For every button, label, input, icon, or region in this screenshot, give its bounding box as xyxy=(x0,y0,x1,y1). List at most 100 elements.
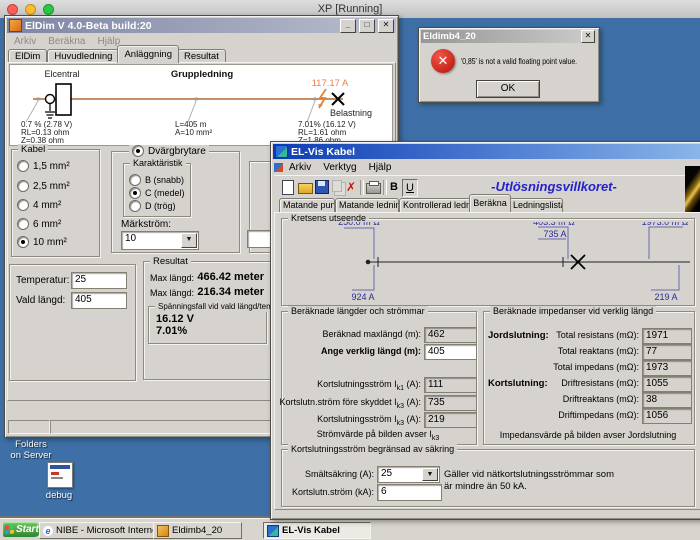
tab-matande-punkt[interactable]: Matande punkt xyxy=(279,198,335,212)
gruppledning-label: Gruppledning xyxy=(171,69,233,80)
elvis-menu-verktyg[interactable]: Verktyg xyxy=(317,162,362,173)
error-dialog-title: Eldimb4_20 xyxy=(423,31,578,42)
radio-10mm2[interactable]: 10 mm² xyxy=(17,236,67,248)
driftreaktans-field[interactable]: 38 xyxy=(642,392,692,408)
radio-c-medel[interactable]: C (medel) xyxy=(129,187,185,199)
save-icon[interactable] xyxy=(315,180,329,195)
radio-6mm2[interactable]: 6 mm² xyxy=(17,218,61,230)
ik3-field[interactable]: 219 xyxy=(424,412,477,428)
total-resistans-field[interactable]: 1971 xyxy=(642,328,692,344)
voltage-drop-percent: 7.01% xyxy=(156,325,187,337)
host-title: XP [Running] xyxy=(0,3,700,15)
radio-dot-selected xyxy=(129,187,141,199)
radio-dot xyxy=(17,160,29,172)
max-langd-value-1: 466.42 meter xyxy=(165,271,264,283)
elvis-titlebar: EL-Vis Kabel xyxy=(273,144,700,159)
toolbar-separator xyxy=(360,180,364,195)
verklig-langd-label: Ange verklig längd (m): xyxy=(273,346,421,356)
tab-kontrollerad-ledning[interactable]: Kontrollerad ledning xyxy=(399,198,471,212)
driftresistans-field[interactable]: 1055 xyxy=(642,376,692,392)
ik3-fore-field[interactable]: 735 xyxy=(424,395,477,411)
eldim-circuit-canvas: Elcentral Gruppledning 117.17 A Belastni… xyxy=(9,64,393,146)
open-folder-icon[interactable] xyxy=(298,180,312,195)
elvis-mdi-icon xyxy=(274,163,283,172)
eldim-minimize-button[interactable]: _ xyxy=(340,19,356,33)
kabel-group-title: Kabel xyxy=(18,144,48,155)
eldim-title: ElDim V 4.0-Beta build:20 xyxy=(25,20,337,32)
kortslutnstrom-label: Kortslutn.ström (kA): xyxy=(273,487,374,497)
radio-b-snabb[interactable]: B (snabb) xyxy=(129,174,184,186)
fuse-note-line1: Gäller vid nätkortslutningsströmmar som xyxy=(444,469,614,480)
elvis-menu-hjalp[interactable]: Hjälp xyxy=(363,162,398,173)
ik1-label: Kortslutningsström Ik1 (A): xyxy=(273,379,421,392)
eldim-maximize-button[interactable]: □ xyxy=(359,19,375,33)
tab-matande-ledningar[interactable]: Matande ledningar xyxy=(335,198,399,212)
copy-icon[interactable] xyxy=(332,180,346,195)
task-elvis-kabel[interactable]: EL-Vis Kabel xyxy=(263,522,371,539)
task-eldimb4-20[interactable]: Eldimb4_20 xyxy=(153,522,242,539)
ok-button[interactable]: OK xyxy=(476,80,540,98)
elvis-menu-arkiv[interactable]: Arkiv xyxy=(283,162,317,173)
radio-1-5mm2[interactable]: 1,5 mm² xyxy=(17,160,70,172)
elvis-task-icon xyxy=(267,525,279,537)
elvis-logo xyxy=(685,166,700,213)
eldim-tabstrip: ElDim Huvudledning Anläggning Resultat xyxy=(8,46,226,63)
total-resistans-label: Total resistans (mΩ): xyxy=(493,330,639,340)
lengths-note: Strömvärde på bilden avser Ik3 xyxy=(281,429,475,442)
tab-berakna[interactable]: Beräkna xyxy=(469,194,511,212)
delete-icon[interactable]: ✗ xyxy=(346,180,360,195)
impedance-right: 1973.0 m Ω xyxy=(642,222,689,227)
desktop: Shared Folders on Server debug ElDim V 4… xyxy=(0,18,700,518)
total-reaktans-field[interactable]: 77 xyxy=(642,344,692,360)
start-button[interactable]: Start xyxy=(3,522,41,537)
radio-dvargbrytare[interactable]: Dvärgbrytare xyxy=(129,145,209,157)
tab-eldim[interactable]: ElDim xyxy=(8,49,47,63)
radio-d-trog[interactable]: D (trög) xyxy=(129,200,176,212)
temperatur-field[interactable]: 25 xyxy=(71,272,127,289)
maxlangd-field[interactable]: 462 xyxy=(424,327,477,343)
elvis-title: EL-Vis Kabel xyxy=(291,146,700,158)
radio-2-5mm2[interactable]: 2,5 mm² xyxy=(17,180,70,192)
impedances-note: Impedansvärde på bilden avser Jordslutni… xyxy=(483,430,693,440)
driftimpedans-field[interactable]: 1056 xyxy=(642,408,692,424)
lengths-group-title: Beräknade längder och strömmar xyxy=(288,306,428,317)
radio-dot-selected xyxy=(17,236,29,248)
radio-4mm2[interactable]: 4 mm² xyxy=(17,199,61,211)
markstrom-label: Märkström: xyxy=(121,219,171,230)
radio-dot xyxy=(129,200,141,212)
impedances-group-title: Beräknade impedanser vid verklig längd xyxy=(490,306,656,317)
eldim-close-button[interactable]: ✕ xyxy=(378,19,394,33)
task-nibe-internet-explorer[interactable]: e NIBE - Microsoft Internet... xyxy=(39,522,158,539)
error-dialog-close-button[interactable]: ✕ xyxy=(581,30,595,43)
print-icon[interactable] xyxy=(366,180,380,195)
tab-ledningslista[interactable]: Ledningslista xyxy=(509,198,563,212)
dropdown-arrow-icon[interactable]: ▼ xyxy=(422,468,438,481)
verklig-langd-field[interactable]: 405 xyxy=(424,344,477,360)
bold-button[interactable]: B xyxy=(387,179,401,195)
tab-huvudledning[interactable]: Huvudledning xyxy=(47,49,119,63)
current-mid: 735 A xyxy=(543,229,566,239)
taskbar: Start e NIBE - Microsoft Internet... Eld… xyxy=(0,518,700,540)
smaltsakring-combo[interactable]: 25 ▼ xyxy=(377,466,440,483)
kortslutnstrom-field[interactable]: 6 xyxy=(377,484,442,501)
radio-dot xyxy=(129,174,141,186)
dropdown-arrow-icon[interactable]: ▼ xyxy=(181,233,197,248)
eldim-task-icon xyxy=(157,525,169,537)
smaltsakring-label: Smältsäkring (A): xyxy=(281,469,374,479)
tab-anlaggning[interactable]: Anläggning xyxy=(117,45,179,63)
ik1-field[interactable]: 111 xyxy=(424,377,477,393)
total-reaktans-label: Total reaktans (mΩ): xyxy=(493,346,639,356)
new-document-icon[interactable] xyxy=(282,180,296,195)
driftreaktans-label: Driftreaktans (mΩ): xyxy=(493,394,639,404)
tab-resultat[interactable]: Resultat xyxy=(177,49,226,63)
elvis-app-icon xyxy=(275,145,288,158)
vald-langd-field[interactable]: 405 xyxy=(71,292,127,309)
windows-flag-icon xyxy=(5,525,14,535)
statusbar-cell-1 xyxy=(8,420,50,434)
radio-dot xyxy=(17,218,29,230)
error-icon: ✕ xyxy=(431,49,455,73)
driftresistans-label: Driftresistans (mΩ): xyxy=(493,378,639,388)
radio-dot xyxy=(17,199,29,211)
total-impedans-field[interactable]: 1973 xyxy=(642,360,692,376)
markstrom-combo[interactable]: 10 ▼ xyxy=(121,231,199,250)
